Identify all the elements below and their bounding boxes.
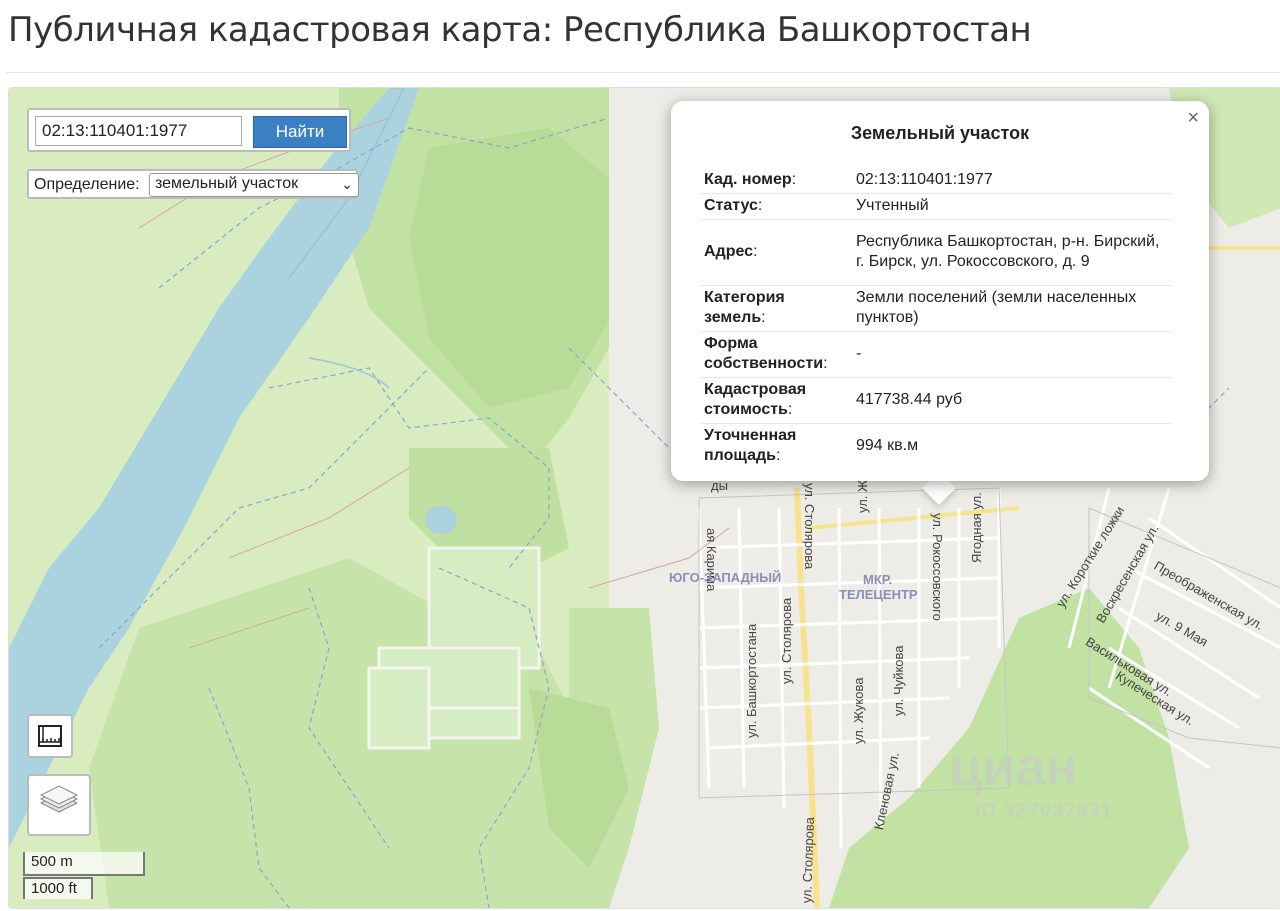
popup-title: Земельный участок bbox=[850, 123, 1030, 143]
table-row: Кад. номер: 02:13:110401:1977 bbox=[701, 167, 1171, 194]
page-title: Публичная кадастровая карта: Республика … bbox=[8, 10, 1032, 50]
attribute-key: Категория земель: bbox=[701, 285, 853, 332]
street-label-zhukova: ул. Жукова bbox=[851, 677, 866, 744]
definition-select[interactable]: земельный участок ⌄ bbox=[149, 173, 359, 197]
definition-selected-value: земельный участок bbox=[155, 175, 299, 192]
scale-metric: 500 m bbox=[23, 852, 145, 876]
ruler-icon bbox=[38, 725, 62, 747]
street-label-stolyarova-south: ул. Столярова bbox=[799, 816, 818, 904]
district-label-telecenter-line1: МКР. bbox=[863, 572, 893, 587]
layers-button[interactable] bbox=[27, 774, 91, 836]
attribute-key: Форма собственности: bbox=[701, 331, 853, 378]
attribute-value: Республика Башкортостан, р-н. Бирский, г… bbox=[853, 219, 1171, 286]
attribute-key: Статус: bbox=[701, 193, 853, 220]
street-label-fragment-zh: ул. Ж bbox=[855, 479, 870, 513]
table-row: Адрес: Республика Башкортостан, р-н. Бир… bbox=[701, 219, 1171, 286]
attribute-value: - bbox=[853, 331, 1171, 378]
street-label-chuykova: ул. Чуйкова bbox=[891, 645, 906, 716]
attribute-key: Адрес: bbox=[701, 219, 853, 286]
attribute-key: Уточненная площадь: bbox=[704, 427, 797, 465]
street-label-stolyarova-mid: ул. Столярова bbox=[779, 597, 794, 684]
district-label-southwest: ЮГО-ЗАПАДНЫЙ bbox=[669, 570, 782, 585]
attribute-value: 02:13:110401:1977 bbox=[853, 167, 1171, 194]
layers-icon bbox=[39, 785, 79, 813]
attribute-value: 994 кв.м bbox=[856, 437, 919, 455]
table-row: Форма собственности: - bbox=[701, 331, 1171, 378]
attribute-value: Земли поселений (земли населенных пункто… bbox=[853, 285, 1171, 332]
district-label-telecenter-line2: ТЕЛЕЦЕНТР bbox=[839, 587, 918, 602]
street-label-yagodnaya: Ягодная ул. bbox=[969, 492, 984, 563]
header-divider bbox=[6, 72, 1280, 73]
table-row: Кадастровая стоимость: 417738.44 руб bbox=[701, 377, 1171, 424]
cadastral-search-input[interactable] bbox=[35, 116, 242, 146]
attribute-value: 417738.44 руб bbox=[853, 377, 1171, 424]
chevron-down-icon: ⌄ bbox=[341, 176, 353, 192]
search-button[interactable]: Найти bbox=[253, 116, 347, 148]
watermark-id: ID 327037931 bbox=[975, 800, 1113, 822]
watermark-logo: циан bbox=[949, 737, 1079, 797]
street-label-rokossovskogo: ул. Рокоссовского bbox=[930, 513, 945, 621]
scale-imperial: 1000 ft bbox=[23, 877, 93, 899]
table-row: Уточненная площадь: 994 кв.м bbox=[701, 423, 1171, 469]
ruler-button[interactable] bbox=[27, 714, 73, 758]
street-label-stolyarova-north: ул. Столярова bbox=[802, 483, 817, 570]
street-label-bashkortostana: ул. Башкортостана bbox=[744, 623, 759, 738]
table-row: Статус: Учтенный bbox=[701, 193, 1171, 220]
map-container[interactable]: ды ая Карима ул. Столярова ул. Ж ул. Рок… bbox=[8, 87, 1280, 909]
table-row: Категория земель: Земли поселений (земли… bbox=[701, 285, 1171, 332]
attribute-value: Учтенный bbox=[853, 193, 1171, 220]
attribute-key: Кадастровая стоимость: bbox=[701, 377, 853, 424]
parcel-attributes-table: Кад. номер: 02:13:110401:1977 Статус: Уч… bbox=[701, 167, 1171, 469]
parcel-info-popup: × Земельный участок Кад. номер: 02:13:11… bbox=[671, 101, 1209, 481]
attribute-key: Кад. номер: bbox=[701, 167, 853, 194]
search-panel: Найти bbox=[27, 108, 351, 152]
definition-panel: Определение: земельный участок ⌄ bbox=[27, 169, 359, 199]
definition-label: Определение: bbox=[34, 176, 140, 193]
